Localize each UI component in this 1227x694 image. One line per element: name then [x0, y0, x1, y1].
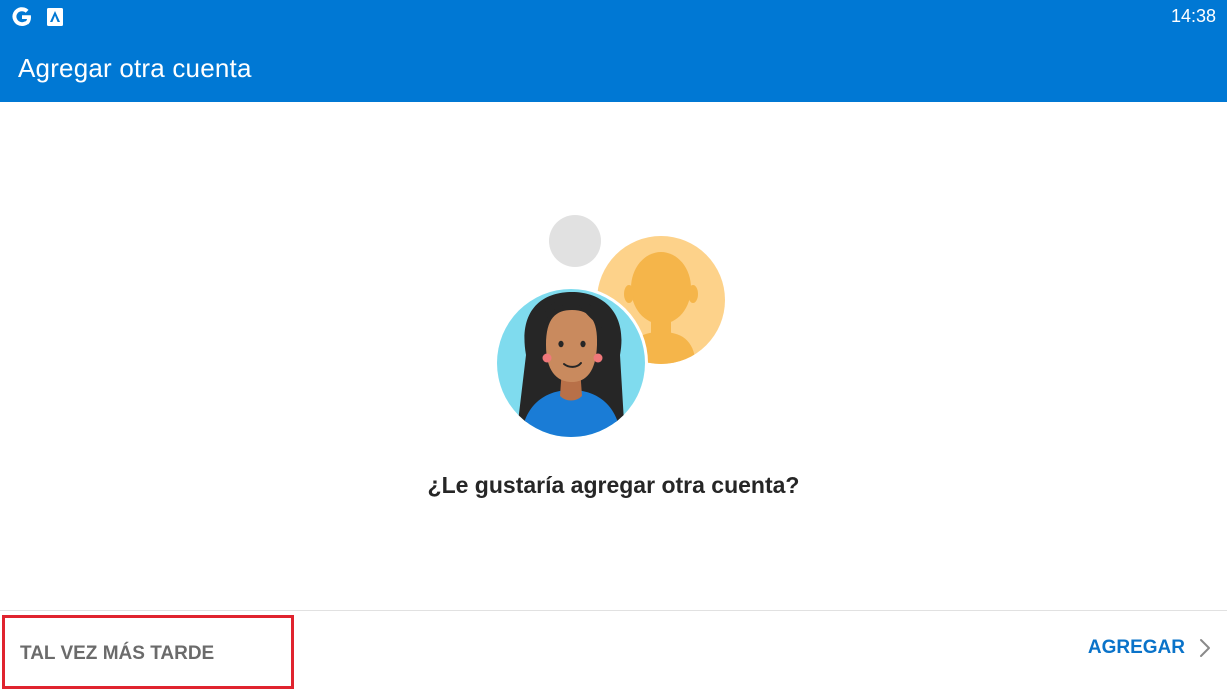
status-bar-icons	[10, 5, 64, 29]
maybe-later-label: TAL VEZ MÁS TARDE	[20, 643, 215, 664]
bottom-action-bar: TAL VEZ MÁS TARDE AGREGAR	[0, 610, 1227, 694]
status-time: 14:38	[1170, 6, 1216, 26]
chevron-right-icon	[1199, 638, 1211, 658]
add-account-question: ¿Le gustaría agregar otra cuenta?	[427, 472, 800, 498]
google-g-icon	[10, 5, 34, 29]
maybe-later-button[interactable]: TAL VEZ MÁS TARDE	[2, 615, 294, 689]
add-account-label: AGREGAR	[1087, 637, 1185, 658]
page-title: Agregar otra cuenta	[18, 53, 252, 83]
app-header: 14:38 Agregar otra cuenta	[0, 0, 1227, 102]
accounts-illustration	[490, 210, 735, 445]
android-auto-icon	[46, 7, 64, 27]
add-account-button[interactable]: AGREGAR	[1088, 637, 1211, 659]
